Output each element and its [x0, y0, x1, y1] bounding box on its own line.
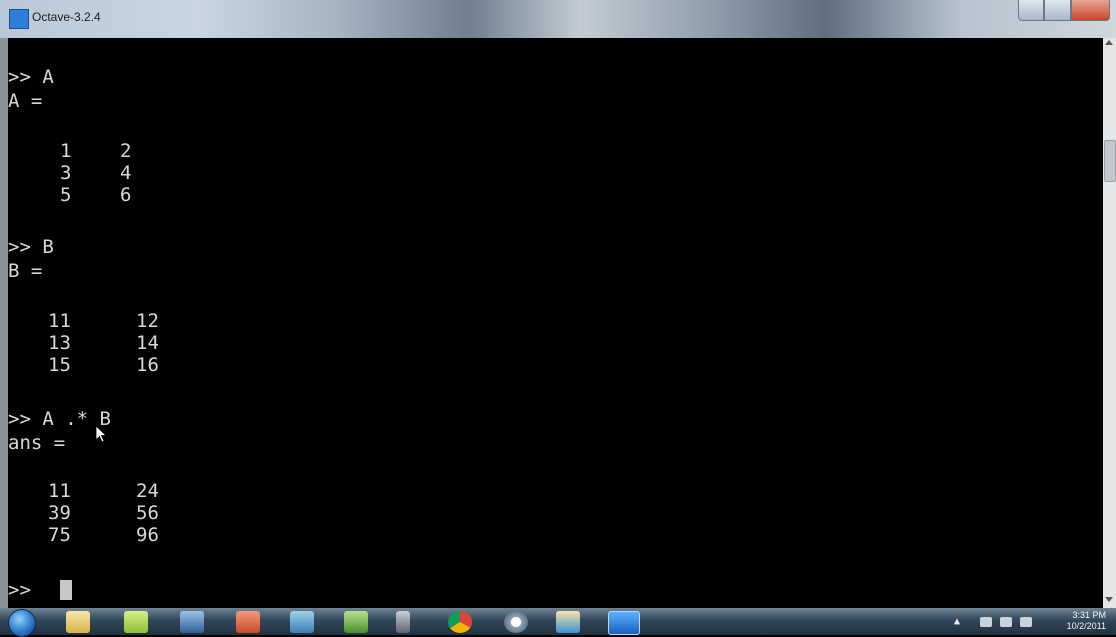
matrix-cell: 12 [136, 310, 159, 332]
clock-time[interactable]: 3:31 PM [1072, 610, 1106, 620]
octave-app-icon [9, 9, 29, 29]
taskbar: ▲ 3:31 PM 10/2/2011 [0, 608, 1116, 637]
command-line: >> B [8, 236, 54, 258]
paint-icon[interactable] [556, 611, 580, 633]
maximize-button[interactable] [1044, 0, 1071, 21]
matrix-cell: 75 [48, 524, 71, 546]
scroll-down-icon[interactable] [1105, 597, 1113, 602]
prompt: >> [8, 579, 31, 601]
minimize-button[interactable] [1018, 0, 1045, 21]
vertical-scrollbar[interactable] [1103, 38, 1116, 608]
matrix-cell: 6 [120, 184, 132, 206]
mouse-pointer-icon [96, 426, 108, 443]
matrix-cell: 11 [48, 310, 71, 332]
window-title: Octave-3.2.4 [32, 10, 101, 24]
matrix-cell: 15 [48, 354, 71, 376]
calculator-icon[interactable] [396, 611, 410, 633]
matrix-cell: 16 [136, 354, 159, 376]
scroll-up-icon[interactable] [1105, 40, 1113, 45]
tray-expand-icon[interactable]: ▲ [954, 616, 960, 627]
console-output[interactable]: >> A A = 1 2 3 4 5 6 >> B B = 11 12 13 1… [0, 38, 1103, 608]
search-icon[interactable] [504, 611, 528, 633]
matrix-cell: 24 [136, 480, 159, 502]
sticky-notes-icon[interactable] [124, 611, 148, 633]
media-player-icon[interactable] [180, 611, 204, 633]
scroll-thumb[interactable] [1104, 140, 1116, 182]
matrix-cell: 4 [120, 162, 132, 184]
matrix-cell: 39 [48, 502, 71, 524]
command-line: >> A [8, 66, 54, 88]
chrome-icon[interactable] [448, 611, 472, 633]
matrix-cell: 13 [48, 332, 71, 354]
matrix-cell: 1 [60, 140, 72, 162]
clock-date[interactable]: 10/2/2011 [1067, 621, 1106, 631]
output-header: B = [8, 260, 43, 282]
matrix-cell: 14 [136, 332, 159, 354]
network-icon[interactable] [290, 611, 314, 633]
windows-explorer-icon[interactable] [66, 611, 90, 633]
remote-desktop-icon[interactable] [344, 611, 368, 633]
network-status-icon[interactable] [1020, 617, 1032, 627]
volume-icon[interactable] [980, 617, 992, 627]
matrix-cell: 3 [60, 162, 72, 184]
matrix-cell: 11 [48, 480, 71, 502]
title-bar[interactable]: Octave-3.2.4 [0, 0, 1116, 38]
window-controls [1018, 0, 1110, 22]
close-button[interactable] [1070, 0, 1110, 21]
output-header: ans = [8, 432, 66, 454]
matrix-cell: 56 [136, 502, 159, 524]
output-header: A = [8, 90, 43, 112]
start-orb-icon[interactable] [8, 609, 36, 637]
action-center-icon[interactable] [1000, 617, 1012, 627]
octave-taskbar-icon[interactable] [608, 611, 640, 635]
text-cursor [60, 580, 72, 600]
matrix-cell: 96 [136, 524, 159, 546]
system-tray: ▲ 3:31 PM 10/2/2011 [946, 608, 1116, 635]
matrix-cell: 5 [60, 184, 72, 206]
matrix-cell: 2 [120, 140, 132, 162]
powerpoint-icon[interactable] [236, 611, 260, 633]
